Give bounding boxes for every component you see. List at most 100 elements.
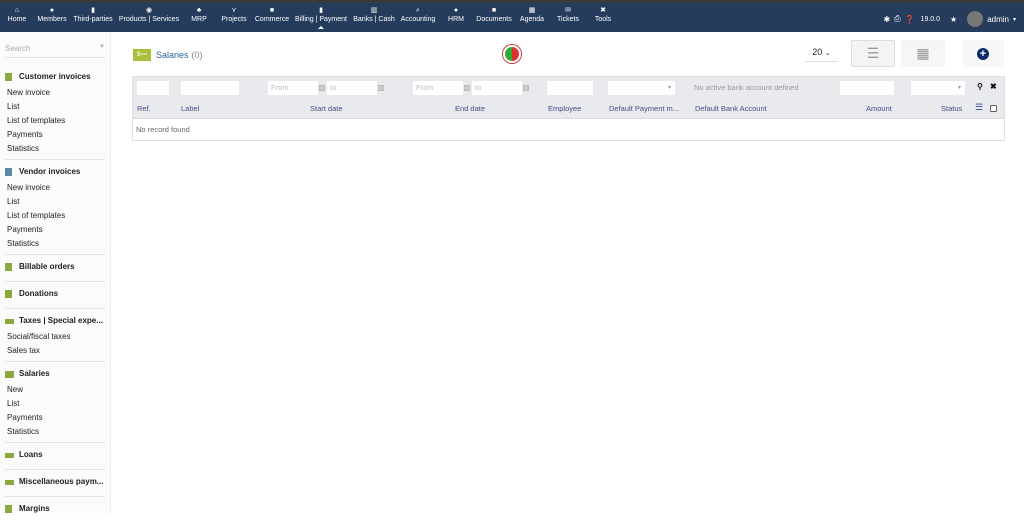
menu-documents[interactable]: ■ Documents <box>476 6 512 23</box>
bug-icon[interactable]: ✱ <box>883 15 890 24</box>
column-header-employee[interactable]: Employee <box>548 104 581 113</box>
column-header-payment-mode[interactable]: Default Payment m... <box>609 104 679 113</box>
menu-mrp[interactable]: ♣ MRP <box>188 6 210 23</box>
menu-label: Home <box>7 16 27 23</box>
home-icon: ⌂ <box>14 7 20 14</box>
amount-filter-input[interactable] <box>840 81 894 95</box>
sidebar-item[interactable]: Payments <box>7 223 105 237</box>
calculator-icon <box>5 505 12 513</box>
column-header-label[interactable]: Label <box>181 104 199 113</box>
sidebar-item[interactable]: List <box>7 195 105 209</box>
payment-mode-select[interactable] <box>608 81 675 95</box>
menu-members[interactable]: ● Members <box>36 6 68 23</box>
calendar-icon[interactable] <box>319 85 325 91</box>
salary-icon: $== <box>133 49 151 61</box>
sidebar-item[interactable]: Payments <box>7 128 105 142</box>
money-icon <box>5 452 14 458</box>
sidebar-item[interactable]: Payments <box>7 411 105 425</box>
bookmark-star-icon[interactable]: ★ <box>950 15 957 24</box>
sidebar-item[interactable]: New invoice <box>7 181 105 195</box>
suitcase-icon: ■ <box>269 7 275 14</box>
column-header-end-date[interactable]: End date <box>455 104 485 113</box>
menu-billing[interactable]: ▮ Billing | Payment <box>294 6 348 29</box>
column-header-start-date[interactable]: Start date <box>310 104 343 113</box>
sidebar-heading[interactable]: Salaries <box>5 367 105 381</box>
menu-commerce[interactable]: ■ Commerce <box>254 6 290 23</box>
sidebar-item[interactable]: New <box>7 383 105 397</box>
sidebar-section-misc-payments: Miscellaneous paym... <box>5 470 105 497</box>
sidebar-item[interactable]: List of templates <box>7 209 105 223</box>
status-select[interactable] <box>911 81 965 95</box>
heading-label: Miscellaneous paym... <box>19 477 104 486</box>
sidebar-item[interactable]: New invoice <box>7 86 105 100</box>
menu-tools[interactable]: ✖ Tools <box>593 6 613 23</box>
invoice-icon <box>5 263 12 271</box>
new-salary-button[interactable]: + <box>962 40 1004 67</box>
column-selector-icon[interactable]: ☰ <box>975 102 983 113</box>
end-date-from-input[interactable]: From <box>413 81 463 95</box>
sidebar-item[interactable]: List of templates <box>7 114 105 128</box>
bank-icon: ▥ <box>370 7 378 14</box>
menu-label: Billing | Payment <box>294 16 347 23</box>
chevron-down-icon[interactable]: ▾ <box>1013 16 1016 23</box>
select-all-checkbox[interactable] <box>990 105 997 112</box>
ref-filter-input[interactable] <box>137 81 169 95</box>
sidebar-item[interactable]: Statistics <box>7 142 105 156</box>
sidebar-heading[interactable]: Customer invoices <box>5 70 105 84</box>
empty-message: No record found <box>136 125 190 134</box>
column-header-ref[interactable]: Ref. <box>137 104 151 113</box>
calendar-icon[interactable] <box>378 85 384 91</box>
sidebar-item[interactable]: Statistics <box>7 237 105 251</box>
start-date-from-input[interactable]: From <box>268 81 318 95</box>
menu-tickets[interactable]: ✉ Tickets <box>556 6 580 23</box>
column-header-bank-account[interactable]: Default Bank Account <box>695 104 767 113</box>
menu-agenda[interactable]: ▦ Agenda <box>519 6 545 23</box>
menu-accounting[interactable]: ⌕ Accounting <box>399 6 437 23</box>
employee-filter-input[interactable] <box>547 81 593 95</box>
heading-label: Margins <box>19 504 50 513</box>
menu-hrm[interactable]: ● HRM <box>446 6 466 23</box>
sidebar-item[interactable]: Social/fiscal taxes <box>7 330 105 344</box>
sidebar-heading[interactable]: Billable orders <box>5 260 105 274</box>
menu-third-parties[interactable]: ▮ Third-parties <box>72 6 114 23</box>
list-view-button[interactable]: ☰ <box>851 40 895 67</box>
page-size-select[interactable]: 20 ⌄ <box>805 42 838 62</box>
end-date-to-input[interactable]: to <box>472 81 522 95</box>
column-header-status[interactable]: Status <box>941 104 962 113</box>
calendar-icon[interactable] <box>523 85 529 91</box>
sidebar-section-billable-orders: Billable orders <box>5 255 105 282</box>
print-icon[interactable]: ⎙ <box>894 14 900 24</box>
kanban-view-button[interactable]: ▦ <box>901 40 945 67</box>
sidebar-heading[interactable]: Loans <box>5 448 105 462</box>
menu-label: Tools <box>594 16 612 23</box>
sidebar-section-customer-invoices: Customer invoices New invoice List List … <box>5 65 105 160</box>
sidebar-heading[interactable]: Miscellaneous paym... <box>5 475 105 489</box>
user-name[interactable]: admin <box>987 15 1009 24</box>
menu-projects[interactable]: ⋎ Projects <box>220 6 248 23</box>
label-filter-input[interactable] <box>181 81 239 95</box>
sidebar-search-input[interactable]: Search ▼ <box>5 44 105 58</box>
sidebar-heading[interactable]: Margins <box>5 502 105 516</box>
sidebar-heading[interactable]: Taxes | Special expe... <box>5 314 105 328</box>
sidebar-heading[interactable]: Donations <box>5 287 105 301</box>
calendar-icon[interactable] <box>464 85 470 91</box>
avatar[interactable] <box>967 11 984 27</box>
menu-banks[interactable]: ▥ Banks | Cash <box>352 6 396 23</box>
start-date-to-input[interactable]: to <box>327 81 377 95</box>
menu-products[interactable]: ◉ Products | Services <box>118 6 180 23</box>
clear-filter-icon[interactable]: ✖ <box>990 82 997 91</box>
salary-icon <box>5 370 14 378</box>
heading-label: Customer invoices <box>19 72 91 81</box>
salaries-table: From to From to No active bank account d… <box>132 76 1005 141</box>
search-icon[interactable]: ⚲ <box>977 82 983 91</box>
help-icon[interactable]: ❓ <box>905 15 915 24</box>
column-header-amount[interactable]: Amount <box>866 104 892 113</box>
sidebar-item[interactable]: Statistics <box>7 425 105 439</box>
sidebar-item[interactable]: Sales tax <box>7 344 105 358</box>
menu-home[interactable]: ⌂ Home <box>7 6 27 23</box>
sidebar-item[interactable]: List <box>7 397 105 411</box>
money-bill-icon <box>5 318 14 324</box>
sidebar-heading[interactable]: Vendor invoices <box>5 165 105 179</box>
sidebar-item[interactable]: List <box>7 100 105 114</box>
sidebar-section-taxes: Taxes | Special expe... Social/fiscal ta… <box>5 309 105 362</box>
